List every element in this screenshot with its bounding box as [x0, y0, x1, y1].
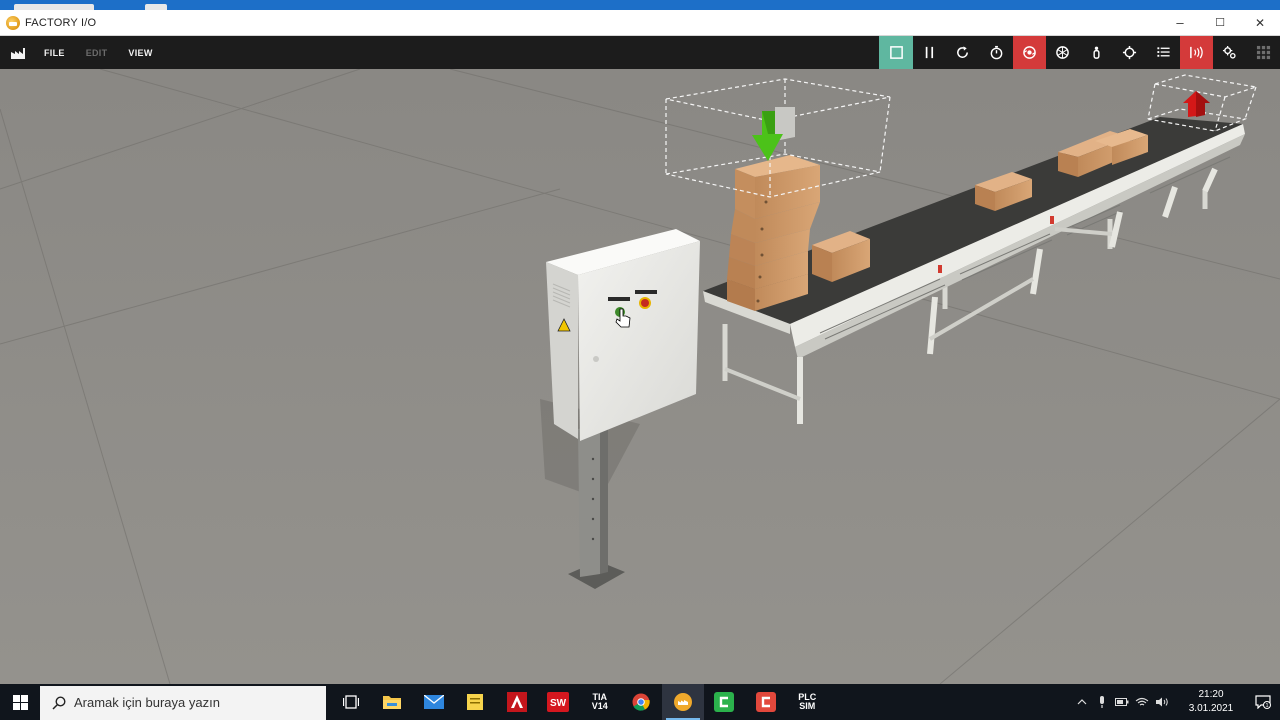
file-explorer-button[interactable] — [372, 684, 414, 720]
maximize-button[interactable]: ☐ — [1200, 10, 1240, 36]
notes-button[interactable] — [455, 684, 497, 720]
camtasia-red-icon — [755, 692, 776, 712]
minimize-button[interactable]: – — [1160, 10, 1200, 36]
stop-label-plate — [635, 290, 657, 294]
notification-icon: 1 — [1255, 695, 1271, 709]
search-placeholder: Aramak için buraya yazın — [74, 695, 220, 710]
app-menubar: FILE EDIT VIEW — [0, 36, 1280, 69]
microphone-icon[interactable] — [1092, 684, 1112, 720]
scene-canvas[interactable] — [0, 69, 1280, 684]
drivers-button[interactable] — [1213, 36, 1246, 69]
orbit-camera-button[interactable] — [1012, 36, 1047, 69]
target-button[interactable] — [1113, 36, 1146, 69]
camtasia-red-button[interactable] — [745, 684, 787, 720]
grid-button[interactable] — [1247, 36, 1280, 69]
first-person-button[interactable] — [1080, 36, 1113, 69]
wifi-icon[interactable] — [1132, 684, 1152, 720]
solidworks-label: SW — [550, 698, 567, 709]
timer-icon — [990, 45, 1003, 60]
svg-text:1: 1 — [1265, 703, 1268, 709]
task-view-button[interactable] — [330, 684, 372, 720]
factory-io-taskbar-button[interactable] — [662, 684, 704, 720]
chevron-up-icon[interactable] — [1072, 684, 1092, 720]
factory-io-logo-icon — [6, 15, 20, 30]
cabinet-lock — [593, 356, 599, 362]
start-button[interactable] — [0, 684, 40, 720]
notes-icon — [467, 694, 484, 710]
pause-button[interactable] — [913, 36, 946, 69]
task-view-icon — [342, 695, 359, 709]
autocad-icon — [506, 692, 527, 712]
emergency-stop-button[interactable] — [641, 299, 649, 307]
plcsim-button[interactable]: PLC SIM — [787, 684, 829, 720]
sensors-button[interactable] — [1179, 36, 1214, 69]
first-person-icon — [1093, 46, 1100, 59]
autocad-button[interactable] — [496, 684, 538, 720]
mail-icon — [423, 695, 444, 709]
top-sliver — [0, 0, 1280, 10]
reset-button[interactable] — [946, 36, 979, 69]
chrome-button[interactable] — [621, 684, 663, 720]
start-label-plate — [608, 297, 630, 301]
notification-center-button[interactable]: 1 — [1246, 684, 1280, 720]
plcsim-label: PLC SIM — [798, 692, 817, 711]
speaker-icon[interactable] — [1152, 684, 1172, 720]
tia-portal-button[interactable]: TIA V14 — [579, 684, 621, 720]
reset-icon — [957, 46, 969, 58]
pause-icon — [925, 46, 933, 59]
clock-time: 21:20 — [1198, 689, 1224, 700]
grid-icon — [1256, 45, 1270, 60]
stop-button[interactable] — [879, 36, 913, 69]
stacked-boxes[interactable] — [727, 155, 820, 311]
taskbar-apps: SW TIA V14 PLC SIM — [330, 684, 828, 720]
drivers-icon — [1223, 45, 1236, 59]
windows-logo-icon — [12, 694, 28, 710]
stop-icon — [889, 46, 903, 59]
file-explorer-icon — [383, 696, 402, 709]
windows-taskbar: Aramak için buraya yazın SW TIA V14 PLC … — [0, 684, 1280, 720]
menu-view[interactable]: VIEW — [128, 48, 152, 58]
scene-viewport[interactable] — [0, 69, 1280, 684]
system-tray: 21:20 3.01.2021 1 — [1072, 684, 1280, 720]
window-titlebar: FACTORY I/O – ☐ ✕ — [0, 10, 1280, 36]
fly-camera-button[interactable] — [1046, 36, 1079, 69]
camera-orbit-icon — [1023, 46, 1036, 59]
timer-button[interactable] — [979, 36, 1012, 69]
mail-button[interactable] — [413, 684, 455, 720]
target-icon — [1123, 45, 1137, 60]
factory-io-icon — [673, 693, 692, 711]
fly-camera-icon — [1056, 46, 1070, 59]
taskbar-search[interactable]: Aramak için buraya yazın — [40, 685, 326, 720]
toolbar — [879, 36, 1280, 69]
list-icon — [1157, 47, 1170, 57]
window-controls: – ☐ ✕ — [1160, 10, 1280, 36]
chrome-icon — [632, 693, 650, 711]
camtasia-green-button[interactable] — [704, 684, 746, 720]
tia-portal-label: TIA V14 — [591, 692, 608, 711]
taskbar-clock[interactable]: 21:20 3.01.2021 — [1176, 688, 1246, 716]
camtasia-green-icon — [714, 692, 735, 712]
list-button[interactable] — [1146, 36, 1179, 69]
clock-date: 3.01.2021 — [1188, 703, 1234, 714]
factory-icon[interactable] — [10, 46, 26, 60]
battery-icon[interactable] — [1112, 684, 1132, 720]
menu-file[interactable]: FILE — [44, 48, 65, 58]
close-button[interactable]: ✕ — [1240, 10, 1280, 36]
menu-edit[interactable]: EDIT — [86, 48, 108, 58]
sensors-icon — [1190, 46, 1203, 59]
solidworks-icon: SW — [547, 692, 570, 712]
window-title: FACTORY I/O — [25, 16, 97, 29]
solidworks-button[interactable]: SW — [538, 684, 580, 720]
search-icon — [52, 695, 66, 710]
